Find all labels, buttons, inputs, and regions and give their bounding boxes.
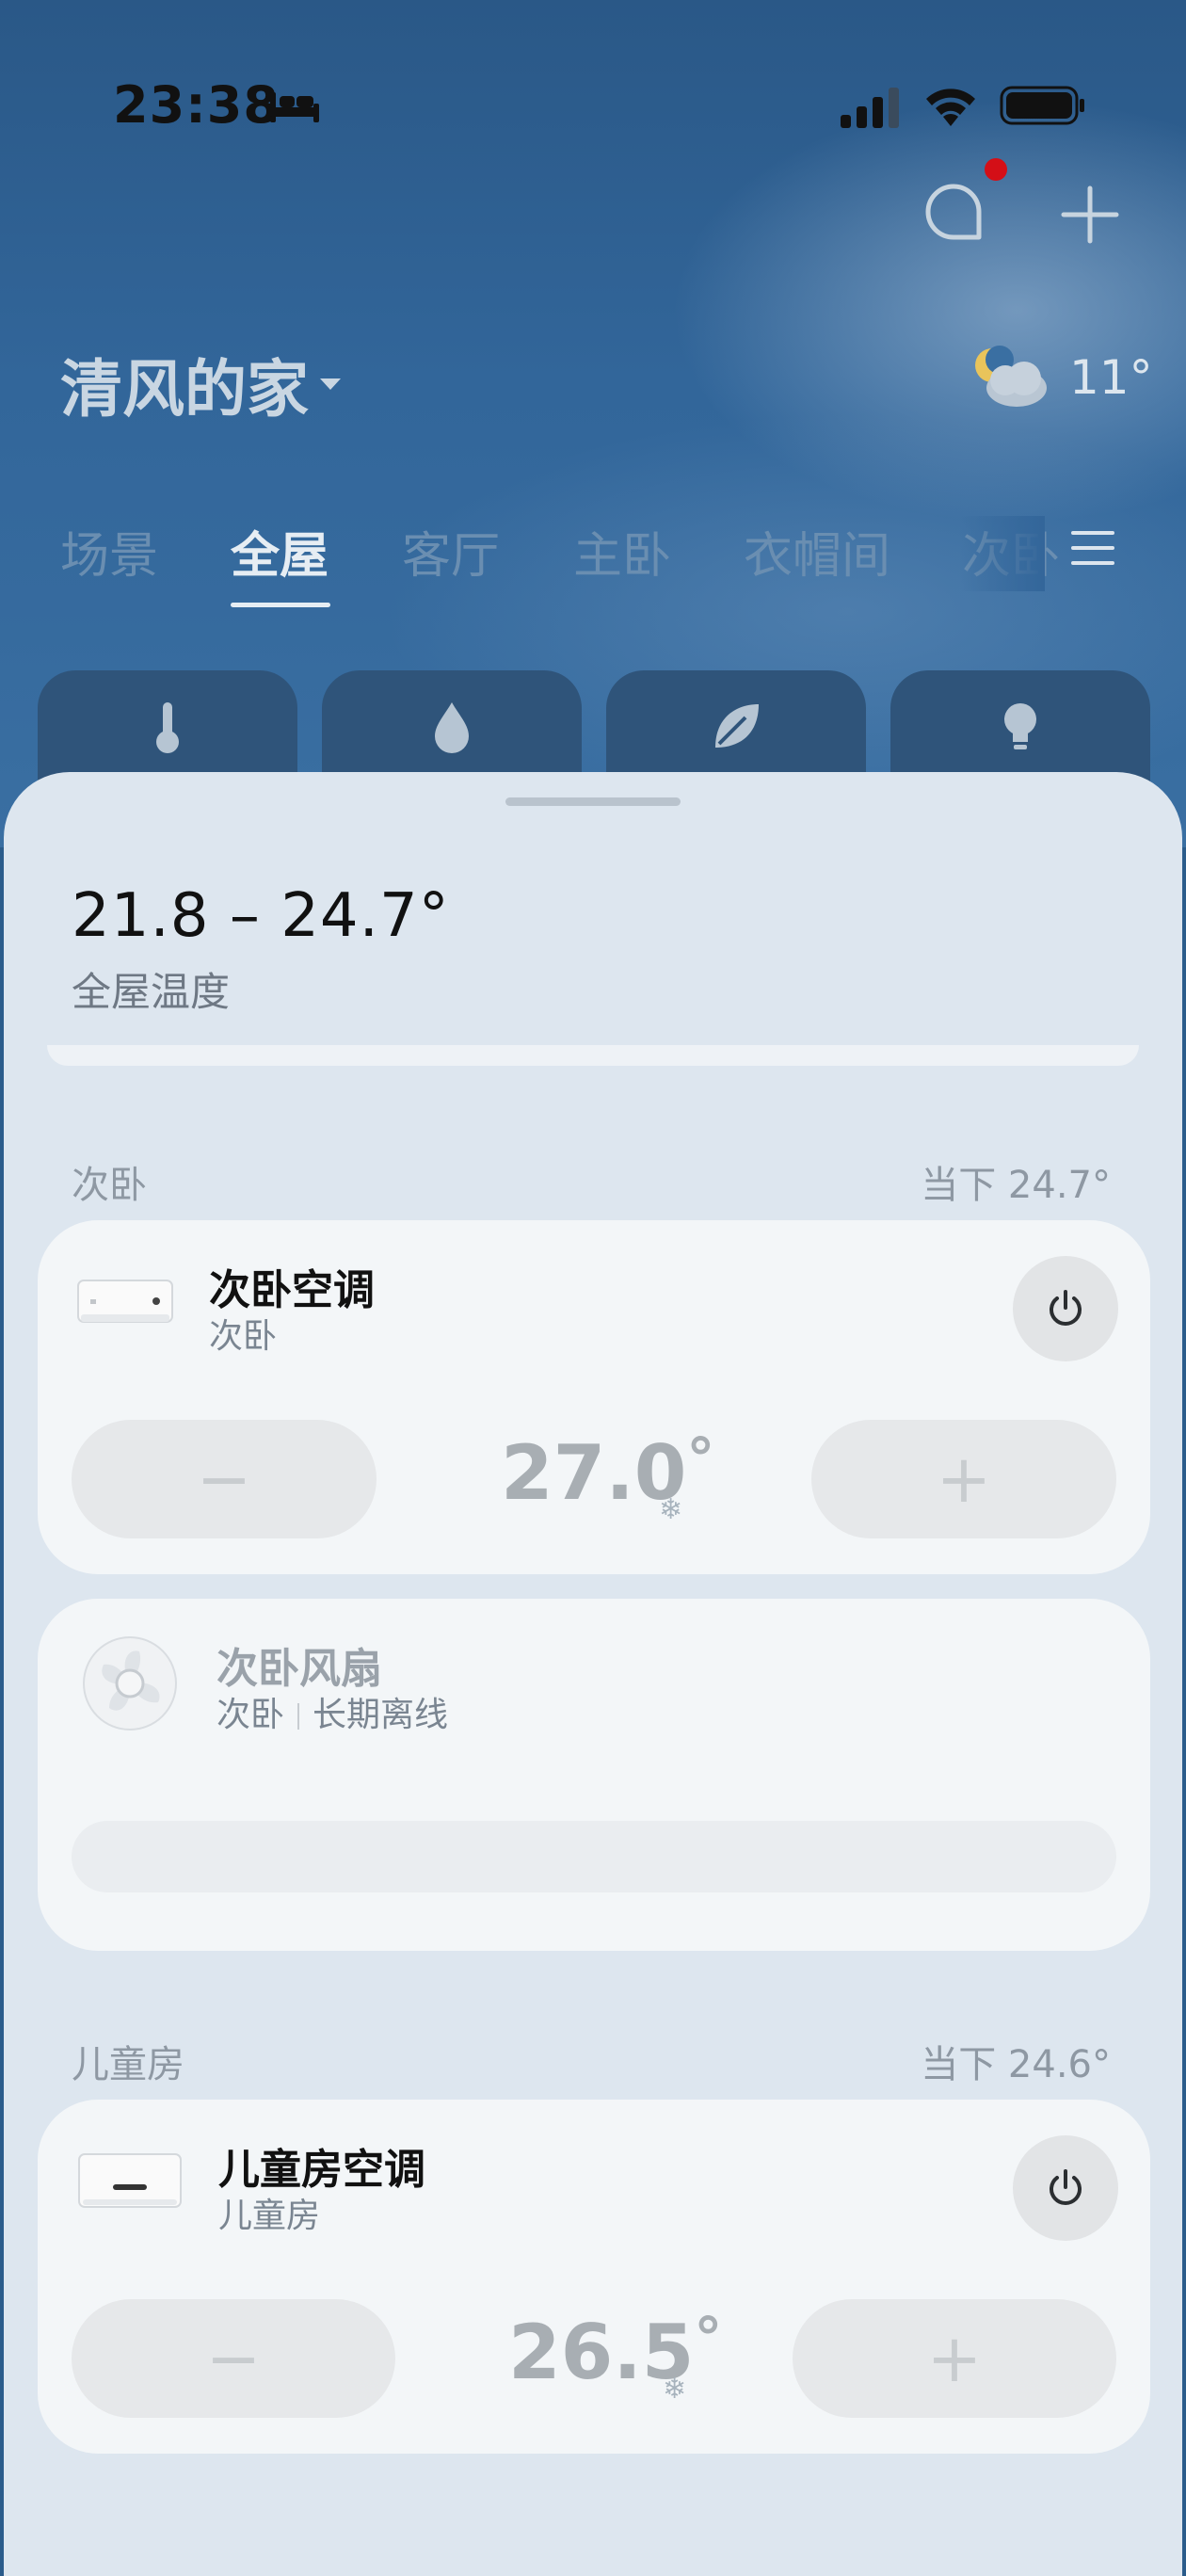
menu-icon[interactable] [1069,527,1116,569]
room-name: 儿童房 [72,2043,184,2086]
device-room: 次卧 [209,1317,278,1356]
temperature-range: 21.8 – 24.7° [72,881,450,951]
partly-cloudy-night-icon [975,346,1047,407]
add-icon[interactable] [1060,185,1120,245]
air-conditioner-image [77,1280,173,1323]
ac-card[interactable]: 儿童房空调 儿童房 − 26.5° ❄ + [38,2100,1150,2454]
active-tab-indicator [231,603,330,607]
setpoint-temperature: 27.0° [501,1426,715,1517]
increase-temp-button[interactable]: + [793,2299,1116,2418]
device-room: 次卧 [216,1696,285,1734]
offline-status: 长期离线 [313,1696,449,1734]
tab-cloakroom[interactable]: 衣帽间 [744,516,890,587]
fan-image [83,1636,177,1731]
status-time: 23:38 [113,75,280,135]
room-current-temp: 当下 24.6° [921,2043,1111,2086]
separator [297,1703,300,1730]
message-icon[interactable] [924,183,983,241]
tab-scene[interactable]: 场景 [60,516,158,587]
disabled-control-bar [72,1821,1116,1892]
thermometer-icon [156,702,179,753]
home-title: 清风的家 [60,353,309,426]
plus-icon: + [926,2320,983,2397]
light-bulb-icon [1004,703,1036,749]
snowflake-icon: ❄ [659,1493,683,1526]
power-icon [1050,2169,1082,2205]
wifi-icon [926,89,975,126]
device-meta: 次卧 长期离线 [216,1687,448,1736]
ac-card[interactable]: 次卧空调 次卧 − 27.0° ❄ + [38,1220,1150,1574]
leaf-icon [715,704,759,748]
weather-temperature: 11° [1069,350,1153,405]
tab-master-bedroom[interactable]: 主卧 [573,516,671,587]
caret-down-icon [320,378,341,390]
tab-whole-house[interactable]: 全屋 [231,516,329,587]
water-drop-icon [435,702,469,753]
home-selector[interactable]: 清风的家 [60,339,343,429]
summary-divider [47,1045,1139,1066]
tab-living-room[interactable]: 客厅 [402,516,500,587]
tab-fade [960,516,1045,591]
minus-icon: − [196,1441,252,1518]
battery-icon [1000,86,1084,125]
decrease-temp-button[interactable]: − [72,1420,377,1538]
device-name: 儿童房空调 [218,2146,425,2194]
room-current-temp: 当下 24.7° [921,1164,1111,1207]
device-name: 次卧风扇 [216,1645,382,1693]
device-room: 儿童房 [218,2197,321,2235]
status-bar: 23:38 [0,0,1186,141]
temperature-range-label: 全屋温度 [72,969,231,1015]
snowflake-icon: ❄ [663,2373,687,2406]
bottom-sheet: 21.8 – 24.7° 全屋温度 次卧 当下 24.7° 次卧空调 次卧 − … [4,772,1182,2576]
room-name: 次卧 [72,1164,147,1207]
fan-card[interactable]: 次卧风扇 次卧 长期离线 [38,1599,1150,1951]
weather-widget[interactable]: 11° [970,339,1158,414]
sheet-grabber[interactable] [505,797,681,806]
power-button[interactable] [1013,2135,1118,2241]
air-conditioner-image [78,2153,182,2208]
minus-icon: − [205,2320,262,2397]
setpoint-temperature: 26.5° [508,2306,723,2396]
plus-icon: + [936,1441,992,1518]
cellular-signal-icon [841,88,899,128]
sleep-mode-icon [270,92,319,122]
decrease-temp-button[interactable]: − [72,2299,395,2418]
power-icon [1050,1290,1082,1326]
notification-dot [985,158,1007,181]
device-name: 次卧空调 [209,1266,375,1314]
power-button[interactable] [1013,1256,1118,1361]
room-tabs: 场景 全屋 客厅 主卧 衣帽间 次卧 [60,516,1105,610]
increase-temp-button[interactable]: + [811,1420,1116,1538]
